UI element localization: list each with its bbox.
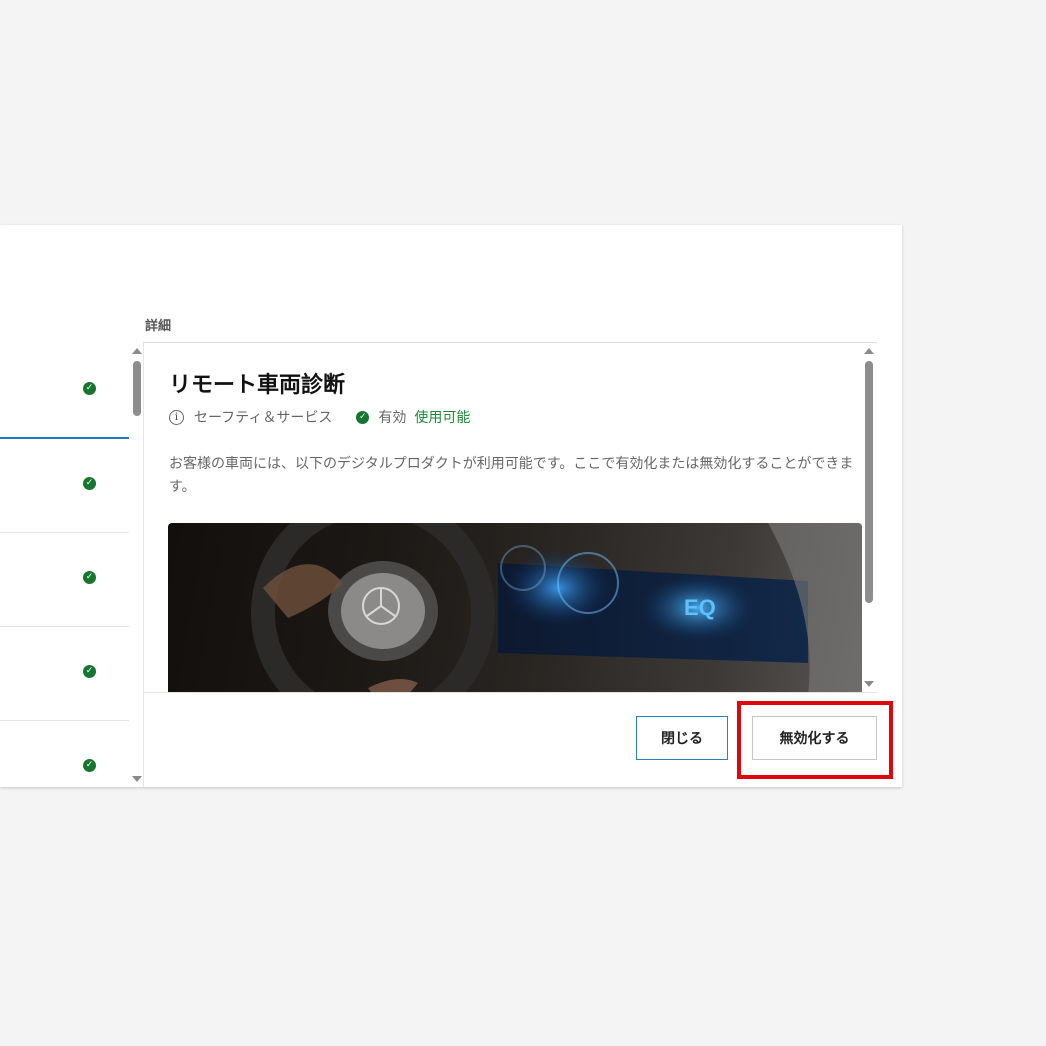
list-item[interactable]: ✓ xyxy=(0,438,129,533)
scroll-down-arrow-icon[interactable] xyxy=(132,776,142,782)
footer-divider xyxy=(144,692,877,693)
product-dialog: ✓ ✓ ✓ ✓ ✓ 詳細 リモート車両診断 i セーフティ＆サービス ✓ 有効 … xyxy=(0,225,902,787)
details-header: 詳細 xyxy=(145,319,172,334)
product-meta: i セーフティ＆サービス ✓ 有効 使用可能 xyxy=(169,407,470,427)
check-circle-icon: ✓ xyxy=(83,477,96,490)
product-description: お客様の車両には、以下のデジタルプロダクトが利用可能です。ここで有効化または無効… xyxy=(169,456,854,495)
display-text: EQ xyxy=(684,595,716,620)
car-interior-illustration: EQ xyxy=(251,523,862,692)
check-circle-icon: ✓ xyxy=(83,759,96,772)
close-button[interactable]: 閉じる xyxy=(636,716,728,760)
check-circle-icon: ✓ xyxy=(83,665,96,678)
availability-status: 使用可能 xyxy=(414,410,471,426)
scroll-up-arrow-icon[interactable] xyxy=(132,348,142,354)
product-category: セーフティ＆サービス xyxy=(194,410,333,426)
check-circle-icon: ✓ xyxy=(83,571,96,584)
check-circle-icon: ✓ xyxy=(356,410,370,424)
scrollbar-thumb[interactable] xyxy=(865,361,873,603)
list-item[interactable]: ✓ xyxy=(0,343,129,439)
scroll-down-arrow-icon[interactable] xyxy=(864,681,874,687)
scroll-up-arrow-icon[interactable] xyxy=(864,348,874,354)
scrollbar-thumb[interactable] xyxy=(133,361,141,416)
details-scrollbar[interactable] xyxy=(864,348,874,687)
info-icon[interactable]: i xyxy=(169,409,184,425)
list-item[interactable]: ✓ xyxy=(0,626,129,721)
list-item[interactable]: ✓ xyxy=(0,720,129,787)
details-pane: リモート車両診断 i セーフティ＆サービス ✓ 有効 使用可能 お客様の車両には… xyxy=(144,343,864,692)
list-item[interactable]: ✓ xyxy=(0,532,129,627)
highlight-box xyxy=(737,701,893,779)
product-list: ✓ ✓ ✓ ✓ ✓ xyxy=(0,343,143,787)
product-title: リモート車両診断 xyxy=(169,373,346,398)
product-image: EQ xyxy=(168,523,862,692)
list-scrollbar[interactable] xyxy=(132,348,142,782)
status-label: 有効 xyxy=(378,410,407,426)
check-circle-icon: ✓ xyxy=(83,382,96,395)
